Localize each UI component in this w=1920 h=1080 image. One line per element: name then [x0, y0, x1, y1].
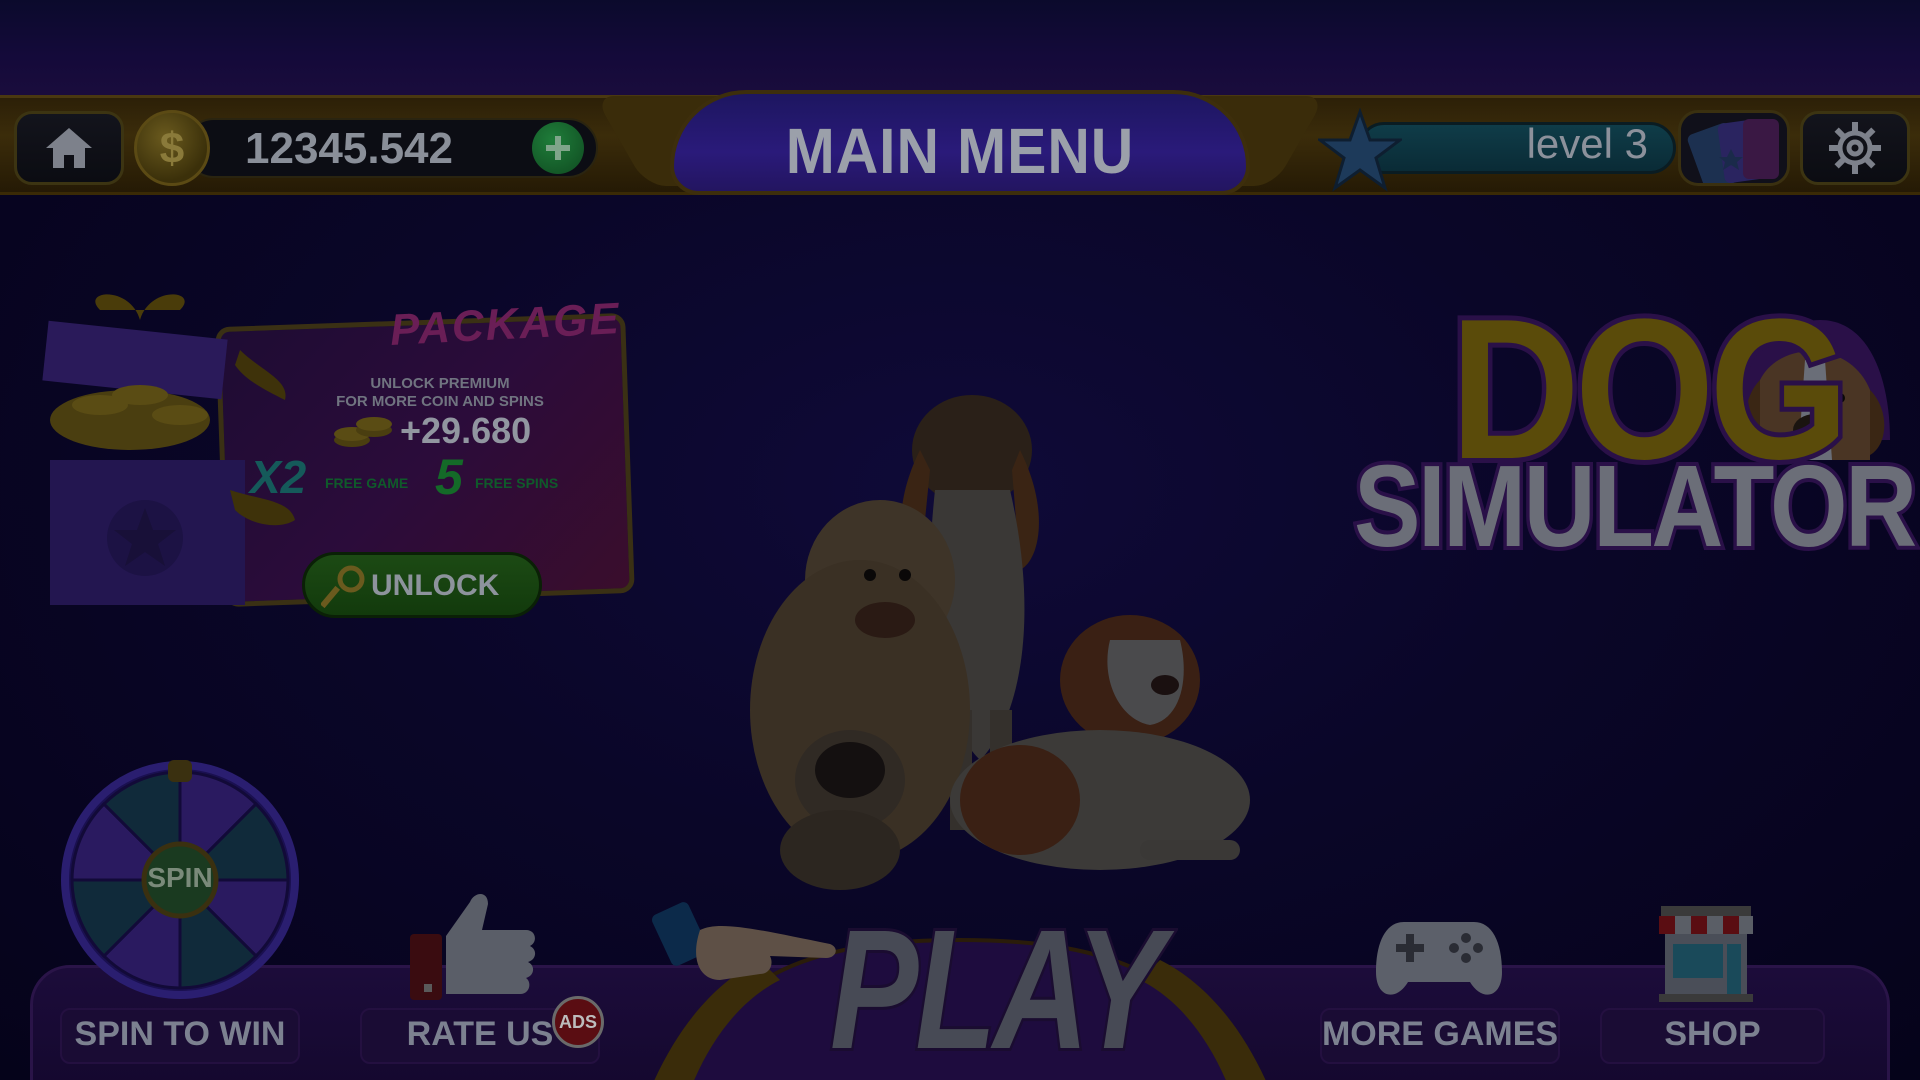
svg-text:$: $	[160, 124, 184, 173]
level-label: level 3	[1526, 120, 1648, 167]
shop-label[interactable]: SHOP	[1620, 1015, 1805, 1054]
key-icon	[321, 565, 365, 609]
package-subtitle-line1: UNLOCK PREMIUM	[370, 375, 510, 392]
package-spins-count: 5	[435, 449, 463, 505]
package-subtitle-line2: FOR MORE COIN AND SPINS	[336, 393, 544, 410]
top-bar: 12345.542 $ MAIN MENU level 3	[0, 90, 1920, 198]
title-plate: MAIN MENU	[594, 90, 1326, 198]
gamepad-icon[interactable]	[1374, 912, 1504, 1002]
thumbs-up-icon[interactable]	[408, 884, 538, 1004]
game-logo: DOG SIMULATOR	[1340, 285, 1920, 580]
star-icon	[1318, 108, 1402, 192]
home-button[interactable]	[14, 111, 124, 185]
logo-title-simulator: SIMULATOR	[1351, 441, 1920, 571]
package-coin-amount: +29.680	[400, 410, 532, 451]
dollar-coin-icon: $	[134, 110, 210, 186]
top-ambient-strip	[0, 0, 1920, 95]
home-icon	[46, 128, 92, 168]
spin-to-win-button[interactable]: SPIN	[60, 760, 300, 1000]
premium-package-offer[interactable]: PACKAGE UNLOCK PREMIUM FOR MORE COIN AND…	[40, 290, 635, 630]
package-multiplier: X2	[250, 451, 307, 503]
game-main-menu: 12345.542 $ MAIN MENU level 3 PACKAGE UN…	[0, 0, 1920, 1080]
storefront-icon[interactable]	[1655, 904, 1757, 1006]
spin-wheel-center-label: SPIN	[147, 862, 213, 893]
dogs-group-illustration	[750, 395, 1250, 890]
unlock-button[interactable]: UNLOCK	[302, 552, 542, 618]
unlock-button-label: UNLOCK	[371, 569, 500, 602]
settings-button[interactable]	[1800, 111, 1910, 185]
page-title: MAIN MENU	[785, 115, 1135, 187]
pointing-hand-icon	[652, 902, 836, 980]
spin-to-win-label[interactable]: SPIN TO WIN	[60, 1015, 300, 1054]
player-level: level 3	[1318, 108, 1688, 192]
cards-icon	[1687, 119, 1779, 183]
plus-icon	[546, 136, 570, 160]
play-button[interactable]: PLAY	[828, 902, 1167, 1078]
more-games-label[interactable]: MORE GAMES	[1320, 1015, 1560, 1054]
package-free-spins-label: FREE SPINS	[475, 475, 559, 491]
coin-balance: 12345.542 $	[134, 110, 604, 186]
coin-balance-value: 12345.542	[245, 124, 453, 173]
ads-badge: ADS	[552, 996, 604, 1048]
add-coins-button[interactable]	[532, 122, 584, 174]
coin-stack-icon	[334, 417, 392, 447]
package-free-game-label: FREE GAME	[325, 475, 409, 491]
cards-button[interactable]	[1678, 110, 1790, 186]
rate-us-label[interactable]: RATE US	[380, 1015, 580, 1054]
gear-icon	[1829, 122, 1881, 174]
